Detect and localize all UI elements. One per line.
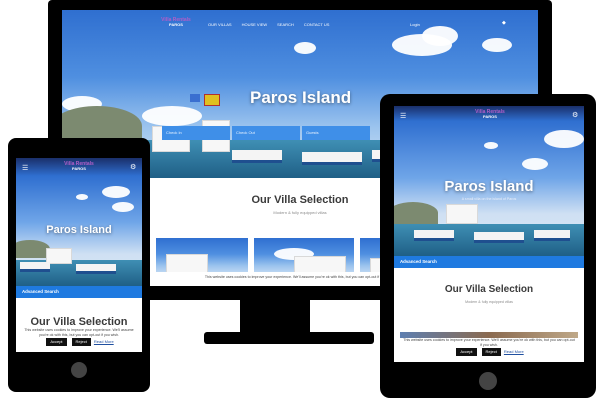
settings-icon[interactable]: ⚙	[572, 111, 578, 119]
flag-icon	[190, 94, 200, 102]
nav-link-house-view[interactable]: HOUSE VIEW	[242, 22, 268, 27]
read-more-link[interactable]: Read More	[94, 339, 114, 344]
search-field-label: Check In	[166, 130, 182, 135]
brand-subtitle: PAROS	[72, 166, 86, 172]
monitor-stand-neck	[240, 298, 310, 334]
tablet-device: ☰ Villa Rentals PAROS ⚙ Paros Island A s…	[380, 94, 596, 398]
cookie-actions: Accept Reject Read More	[394, 348, 584, 356]
cookie-actions: Accept Reject Read More	[16, 338, 142, 346]
reject-button[interactable]: Reject	[481, 348, 501, 356]
tablet-selection-subtitle: Modern & fully equipped villas	[465, 300, 513, 304]
tablet-advanced-search[interactable]: Advanced Search	[394, 256, 584, 268]
search-field-checkout[interactable]: Check Out	[232, 126, 300, 140]
phone-device: ☰ Villa Rentals PAROS ⚙ Paros Island Adv…	[8, 138, 150, 392]
desktop-hero-title: Paros Island	[250, 88, 352, 107]
phone-screen: ☰ Villa Rentals PAROS ⚙ Paros Island Adv…	[16, 158, 142, 352]
reject-button[interactable]: Reject	[71, 338, 91, 346]
nav-link-search[interactable]: SEARCH	[277, 22, 294, 27]
phone-cookie-bar: This website uses cookies to improve you…	[16, 328, 142, 352]
phone-hero-image	[16, 158, 142, 286]
cookie-text: This website uses cookies to improve you…	[403, 338, 575, 347]
flag-icon	[204, 94, 220, 106]
monitor-stand-base	[204, 332, 374, 344]
phone-advanced-search[interactable]: Advanced Search	[16, 286, 142, 298]
tablet-cookie-bar: This website uses cookies to improve you…	[394, 338, 584, 362]
desktop-nav-links: OUR VILLAS HOUSE VIEW SEARCH CONTACT US	[208, 22, 329, 27]
tablet-hero-title: Paros Island	[444, 178, 534, 195]
cookie-text: This website uses cookies to improve you…	[204, 275, 396, 279]
search-field-label: Guests	[306, 130, 319, 135]
search-field-label: Check Out	[236, 130, 255, 135]
nav-link-our-villas[interactable]: OUR VILLAS	[208, 22, 232, 27]
tablet-screen: ☰ Villa Rentals PAROS ⚙ Paros Island A s…	[394, 106, 584, 362]
search-field-guests[interactable]: Guests	[302, 126, 370, 140]
menu-icon[interactable]: ☰	[22, 164, 28, 172]
accept-button[interactable]: Accept	[46, 338, 67, 346]
cookie-text: This website uses cookies to improve you…	[24, 328, 134, 337]
menu-icon[interactable]: ☰	[400, 112, 406, 120]
search-field-checkin[interactable]: Check In	[162, 126, 230, 140]
settings-icon[interactable]: ⚙	[130, 163, 136, 171]
tablet-hero-subtitle: A small villa on the island of Paros	[461, 197, 517, 201]
tablet-selection-title: Our Villa Selection	[444, 284, 534, 295]
tablet-home-button[interactable]	[479, 372, 497, 390]
phone-brand-logo[interactable]: Villa Rentals PAROS	[54, 161, 104, 172]
read-more-link[interactable]: Read More	[504, 349, 524, 354]
desktop-brand-logo[interactable]: Villa Rentals PAROS	[156, 17, 196, 28]
brand-subtitle: PAROS	[483, 114, 497, 120]
login-link[interactable]: Login	[410, 22, 420, 27]
phone-selection-title: Our Villa Selection	[30, 316, 128, 328]
phone-home-button[interactable]	[71, 362, 87, 378]
tablet-brand-logo[interactable]: Villa Rentals PAROS	[460, 109, 520, 120]
phone-hero-title: Paros Island	[46, 224, 112, 236]
desktop-search-bar: Check In Check Out Guests	[162, 126, 370, 140]
brand-subtitle: PAROS	[169, 22, 183, 28]
accept-button[interactable]: Accept	[456, 348, 477, 356]
nav-link-contact[interactable]: CONTACT US	[304, 22, 330, 27]
nav-icon[interactable]: ◆	[502, 20, 506, 26]
